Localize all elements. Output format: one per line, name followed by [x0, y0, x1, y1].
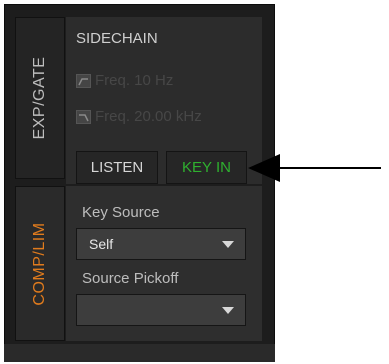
hpf-frequency-value: Freq. 10 Hz — [95, 72, 174, 89]
lpf-frequency-value: Freq. 20.00 kHz — [95, 108, 202, 125]
dropdown-caret-icon — [222, 241, 234, 248]
sidechain-title: SIDECHAIN — [76, 30, 158, 47]
listen-button[interactable]: LISTEN — [76, 151, 158, 184]
low-pass-filter-icon[interactable] — [76, 109, 91, 124]
lpf-row: Freq. 20.00 kHz — [76, 108, 202, 125]
key-source-label: Key Source — [82, 204, 160, 221]
key-source-value: Self — [89, 236, 114, 252]
tab-exp-gate[interactable]: EXP/GATE — [15, 17, 65, 179]
source-pickoff-label: Source Pickoff — [82, 270, 179, 287]
hpf-row: Freq. 10 Hz — [76, 72, 173, 89]
callout-arrow-icon — [248, 154, 381, 182]
key-source-select[interactable]: Self — [76, 228, 246, 260]
tab-comp-lim[interactable]: COMP/LIM — [15, 186, 65, 341]
source-pickoff-select[interactable] — [76, 294, 246, 326]
key-in-button[interactable]: KEY IN — [166, 151, 247, 184]
dropdown-caret-icon — [222, 307, 234, 314]
high-pass-filter-icon[interactable] — [76, 73, 91, 88]
tab-comp-lim-label: COMP/LIM — [31, 221, 48, 306]
tab-exp-gate-label: EXP/GATE — [31, 56, 48, 140]
panel-bottom-bar — [4, 344, 275, 362]
